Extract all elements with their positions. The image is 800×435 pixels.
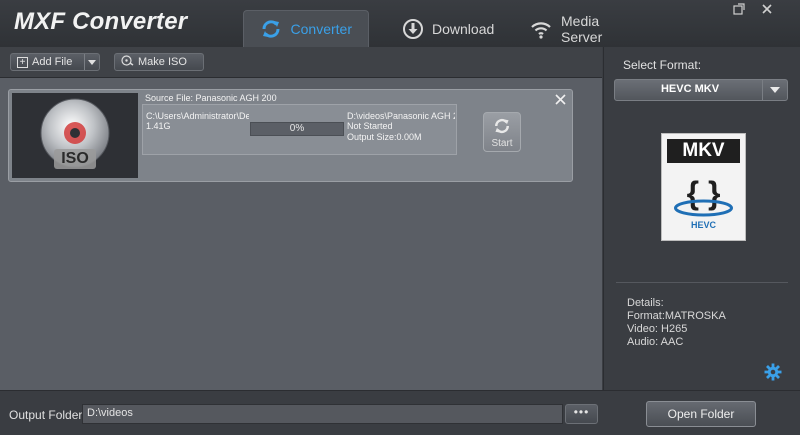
make-iso-label: Make ISO bbox=[138, 56, 187, 68]
format-panel: Select Format: HEVC MKV MKV { } HEVC Det… bbox=[603, 47, 800, 390]
output-folder-label: Output Folder: bbox=[9, 408, 86, 422]
remove-item-icon[interactable] bbox=[555, 92, 566, 108]
app-window: MXF Converter Converter Download Media S… bbox=[0, 0, 800, 435]
source-size: 1.41G bbox=[146, 121, 171, 131]
list-item[interactable]: ISO Source File: Panasonic AGH 200 C:\Us… bbox=[8, 89, 573, 182]
gear-icon[interactable] bbox=[764, 363, 782, 386]
output-path: D:\videos\Panasonic AGH 20 bbox=[347, 111, 455, 121]
iso-thumbnail: ISO bbox=[12, 93, 138, 178]
details-title: Details: bbox=[627, 297, 664, 309]
output-size: Output Size:0.00M bbox=[347, 132, 422, 142]
tab-download[interactable]: Download bbox=[386, 10, 508, 47]
toolbar: + Add File Make ISO bbox=[0, 47, 602, 78]
details-video: Video: H265 bbox=[627, 323, 688, 335]
restore-icon[interactable] bbox=[732, 3, 746, 17]
details-format: Format:MATROSKA bbox=[627, 310, 726, 322]
tab-converter-label: Converter bbox=[290, 21, 352, 37]
close-icon[interactable] bbox=[760, 3, 774, 17]
chevron-down-icon[interactable] bbox=[762, 80, 787, 100]
divider bbox=[616, 282, 788, 283]
selected-format: HEVC MKV bbox=[660, 83, 720, 95]
download-icon bbox=[402, 17, 424, 41]
start-label: Start bbox=[491, 138, 513, 149]
source-path: C:\Users\Administrator\Des bbox=[146, 111, 249, 121]
bottom-bar: Output Folder: D:\videos ••• Open Folder bbox=[0, 390, 800, 435]
add-file-label: Add File bbox=[32, 56, 73, 68]
conversion-status: Not Started bbox=[347, 121, 393, 131]
add-file-dropdown[interactable] bbox=[84, 54, 99, 70]
iso-thumbnail-label: ISO bbox=[61, 150, 89, 167]
format-icon-title: MKV bbox=[667, 139, 740, 163]
progress-bar: 0% bbox=[250, 122, 344, 136]
title-bar: MXF Converter Converter Download Media S… bbox=[0, 0, 800, 47]
browse-button[interactable]: ••• bbox=[565, 404, 598, 424]
format-select[interactable]: HEVC MKV bbox=[614, 79, 788, 101]
format-icon-sub: HEVC bbox=[690, 220, 716, 230]
details-audio: Audio: AAC bbox=[627, 336, 684, 348]
svg-text:{ }: { } bbox=[687, 175, 721, 211]
file-list: ISO Source File: Panasonic AGH 200 C:\Us… bbox=[0, 78, 602, 390]
tab-converter[interactable]: Converter bbox=[243, 10, 369, 47]
refresh-icon bbox=[260, 17, 283, 41]
app-title: MXF Converter bbox=[14, 8, 188, 35]
start-button[interactable]: Start bbox=[483, 112, 521, 152]
source-file-label: Source File: Panasonic AGH 200 bbox=[145, 93, 277, 103]
chevron-down-icon bbox=[88, 59, 96, 65]
select-format-label: Select Format: bbox=[623, 58, 702, 72]
output-folder-input[interactable]: D:\videos bbox=[82, 404, 563, 424]
tab-media-server[interactable]: Media Server bbox=[513, 10, 653, 47]
refresh-icon bbox=[484, 117, 520, 138]
wifi-icon bbox=[529, 17, 553, 41]
add-file-icon: + bbox=[17, 56, 28, 68]
tab-download-label: Download bbox=[432, 20, 495, 37]
mkv-format-icon: MKV { } HEVC bbox=[661, 133, 746, 241]
tab-media-server-label: Media Server bbox=[561, 12, 603, 45]
make-iso-button[interactable]: Make ISO bbox=[114, 53, 204, 71]
open-folder-button[interactable]: Open Folder bbox=[646, 401, 756, 427]
disc-icon bbox=[121, 55, 134, 69]
add-file-button[interactable]: + Add File bbox=[10, 53, 100, 71]
